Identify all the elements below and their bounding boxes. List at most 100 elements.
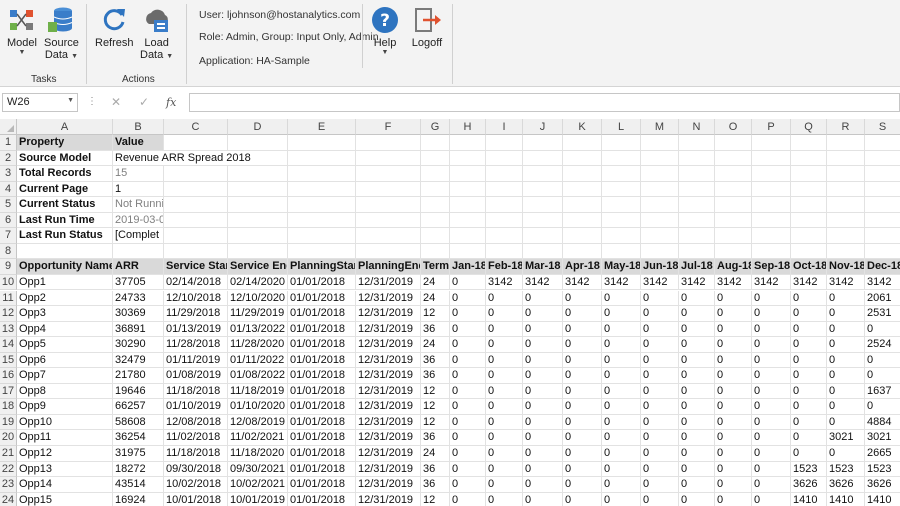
table-cell[interactable]: 1410	[827, 492, 865, 506]
table-cell[interactable]: 01/01/2018	[288, 477, 356, 493]
table-cell[interactable]: 12/31/2019	[356, 383, 421, 400]
table-cell[interactable]: 0	[641, 337, 679, 353]
grid-cell[interactable]	[752, 135, 791, 151]
name-box[interactable]: W26 ▼	[2, 93, 78, 112]
table-cell[interactable]: 0	[450, 414, 486, 431]
grid-cell[interactable]	[113, 243, 164, 260]
property-label[interactable]: Total Records	[17, 166, 113, 182]
row-header[interactable]: 3	[0, 166, 17, 182]
grid-cell[interactable]	[421, 228, 450, 244]
table-cell[interactable]: 0	[486, 430, 523, 446]
table-cell[interactable]: 0	[450, 446, 486, 462]
grid-cell[interactable]	[865, 244, 900, 260]
table-cell[interactable]: Opp9	[17, 399, 113, 415]
grid-cell[interactable]	[356, 135, 421, 151]
table-cell[interactable]: 0	[679, 290, 715, 307]
table-cell[interactable]: 0	[679, 352, 715, 369]
row-header[interactable]: 7	[0, 228, 17, 244]
table-cell[interactable]: 0	[715, 290, 752, 307]
grid-cell[interactable]	[450, 135, 486, 151]
grid-cell[interactable]	[827, 181, 865, 198]
grid-cell[interactable]	[679, 166, 715, 182]
grid-cell[interactable]	[679, 150, 715, 167]
table-cell[interactable]: 0	[752, 352, 791, 369]
table-cell[interactable]: 3142	[679, 274, 715, 291]
table-cell[interactable]: 1637	[865, 383, 900, 400]
grid-cell[interactable]	[791, 228, 827, 244]
grid-cell[interactable]	[752, 166, 791, 182]
table-cell[interactable]: 0	[715, 368, 752, 384]
table-cell[interactable]: 3142	[827, 274, 865, 291]
table-cell[interactable]: 12	[421, 399, 450, 415]
grid-cell[interactable]	[752, 212, 791, 229]
grid-cell[interactable]	[523, 135, 563, 151]
grid-cell[interactable]	[602, 228, 641, 244]
grid-cell[interactable]	[602, 150, 641, 167]
grid-cell[interactable]	[563, 212, 602, 229]
table-cell[interactable]: 36	[421, 321, 450, 338]
table-cell[interactable]: 12/31/2019	[356, 352, 421, 369]
table-cell[interactable]: 0	[641, 399, 679, 415]
table-cell[interactable]: 1410	[865, 492, 900, 506]
table-cell[interactable]: 0	[715, 337, 752, 353]
table-cell[interactable]: 0	[641, 461, 679, 478]
table-header-cell[interactable]: ARR	[113, 259, 164, 275]
grid-cell[interactable]	[421, 197, 450, 213]
column-header[interactable]: M	[641, 119, 679, 135]
table-cell[interactable]: Opp2	[17, 290, 113, 307]
table-cell[interactable]: 0	[563, 368, 602, 384]
table-cell[interactable]: 0	[602, 399, 641, 415]
table-cell[interactable]: 0	[641, 430, 679, 446]
property-value[interactable]: Revenue ARR Spread 2018	[113, 150, 288, 167]
property-value[interactable]: [Complet	[113, 228, 164, 244]
grid-cell[interactable]	[228, 181, 288, 198]
table-cell[interactable]: 36	[421, 461, 450, 478]
grid-cell[interactable]	[679, 212, 715, 229]
table-header-cell[interactable]: Apr-18	[563, 259, 602, 275]
table-cell[interactable]: 01/01/2018	[288, 446, 356, 462]
table-cell[interactable]: 0	[523, 337, 563, 353]
grid-cell[interactable]	[356, 197, 421, 213]
table-cell[interactable]: 0	[679, 306, 715, 322]
table-header-cell[interactable]: Nov-18	[827, 259, 865, 275]
row-header[interactable]: 12	[0, 306, 17, 322]
table-cell[interactable]: 0	[679, 446, 715, 462]
row-header[interactable]: 4	[0, 181, 17, 198]
table-cell[interactable]: 1523	[827, 461, 865, 478]
grid-cell[interactable]	[641, 181, 679, 198]
grid-cell[interactable]	[164, 197, 228, 213]
table-cell[interactable]: 0	[752, 306, 791, 322]
table-cell[interactable]: 0	[523, 446, 563, 462]
table-cell[interactable]: 1523	[791, 461, 827, 478]
table-cell[interactable]: 0	[827, 321, 865, 338]
table-cell[interactable]: 0	[486, 306, 523, 322]
insert-function-icon[interactable]: fx	[166, 96, 176, 109]
load-data-button[interactable]: Load Data ▼	[140, 4, 173, 61]
logoff-button[interactable]: Logoff	[411, 4, 443, 49]
table-cell[interactable]: 3626	[865, 477, 900, 493]
table-cell[interactable]: 0	[752, 430, 791, 446]
table-cell[interactable]: 4884	[865, 414, 900, 431]
table-cell[interactable]: 36254	[113, 430, 164, 446]
property-value[interactable]: 2019-03-06 20:08:13	[113, 212, 164, 229]
property-label[interactable]: Last Run Status	[17, 228, 113, 244]
grid-cell[interactable]	[827, 150, 865, 167]
table-cell[interactable]: 12	[421, 492, 450, 506]
table-header-cell[interactable]: Opportunity Name	[17, 259, 113, 275]
table-cell[interactable]: 66257	[113, 399, 164, 415]
grid-cell[interactable]	[752, 228, 791, 244]
column-header[interactable]: E	[288, 119, 356, 135]
table-cell[interactable]: 0	[486, 446, 523, 462]
table-cell[interactable]: 0	[523, 290, 563, 307]
table-cell[interactable]: 32479	[113, 352, 164, 369]
table-cell[interactable]: 01/08/2022	[228, 368, 288, 384]
grid-cell[interactable]	[602, 197, 641, 213]
table-cell[interactable]: 0	[827, 290, 865, 307]
grid-cell[interactable]	[679, 181, 715, 198]
grid-cell[interactable]	[865, 151, 900, 167]
table-cell[interactable]: 0	[563, 492, 602, 506]
grid-cell[interactable]	[865, 197, 900, 213]
table-cell[interactable]: 02/14/2018	[164, 274, 228, 291]
table-cell[interactable]: 12/10/2018	[164, 290, 228, 307]
table-header-cell[interactable]: May-18	[602, 259, 641, 275]
